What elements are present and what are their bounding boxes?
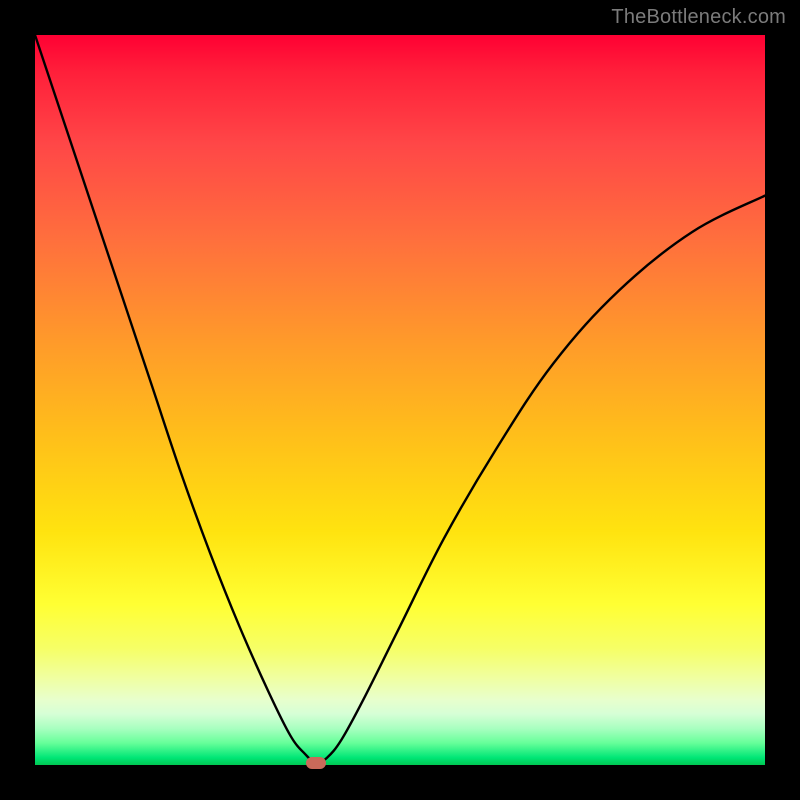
plot-area [35, 35, 765, 765]
watermark: TheBottleneck.com [611, 6, 786, 29]
minimum-marker [306, 757, 326, 769]
curve-layer [35, 35, 765, 765]
bottleneck-curve [35, 35, 765, 763]
chart-frame: TheBottleneck.com [0, 0, 800, 800]
